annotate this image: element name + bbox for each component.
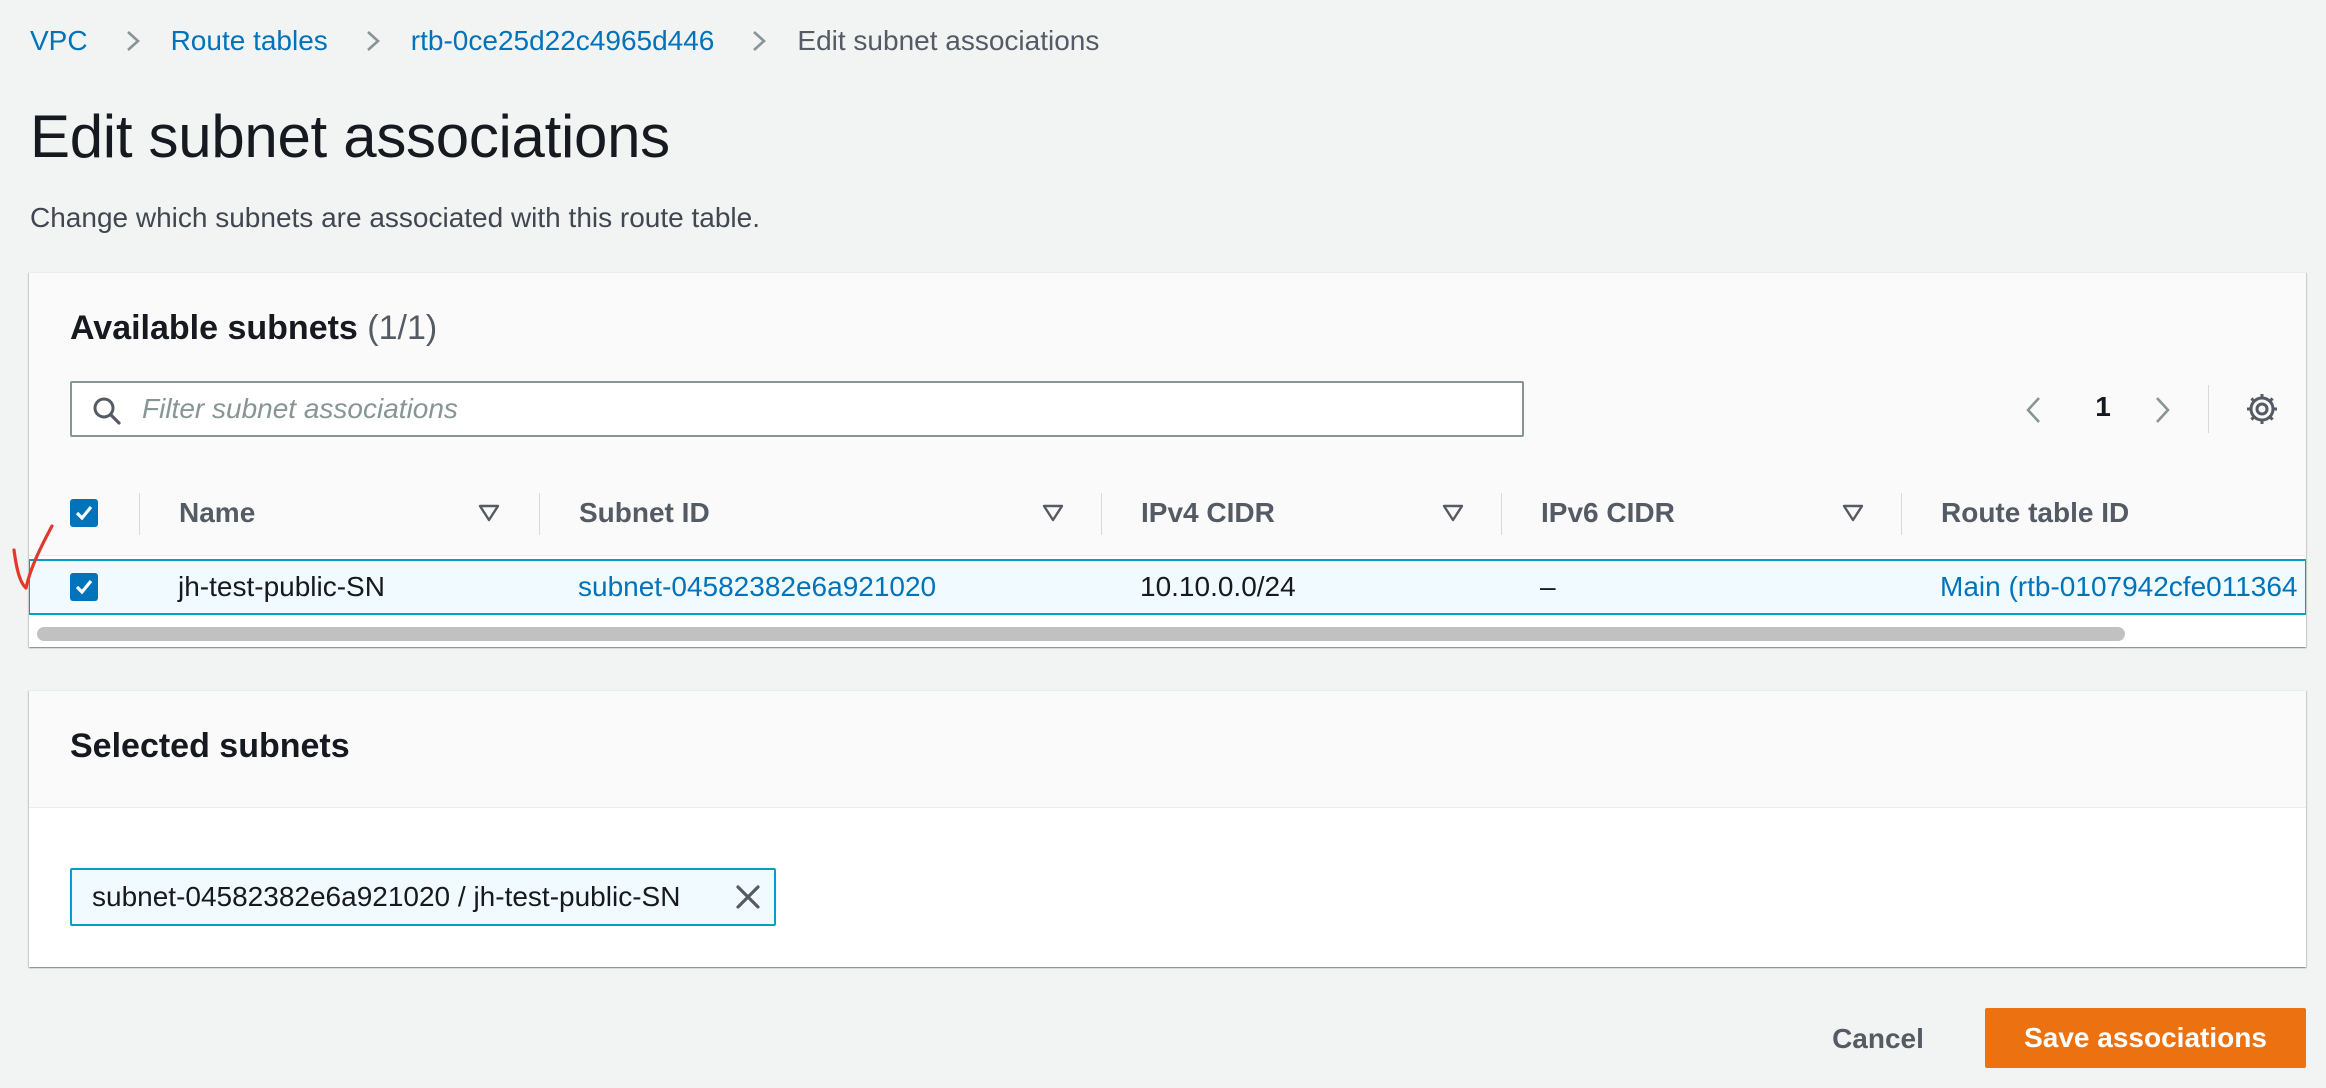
cell-name: jh-test-public-SN xyxy=(178,571,385,602)
column-header-subnet-id[interactable]: Subnet ID xyxy=(579,471,710,555)
sort-down-icon[interactable] xyxy=(1841,501,1865,525)
cancel-button[interactable]: Cancel xyxy=(1800,1010,1956,1068)
available-subnets-panel: Available subnets (1/1) 1 Name Subnet ID xyxy=(29,272,2306,647)
cell-subnet-id-link[interactable]: subnet-04582382e6a921020 xyxy=(578,561,936,613)
token-label: subnet-04582382e6a921020 / jh-test-publi… xyxy=(92,881,681,912)
column-divider xyxy=(139,493,140,535)
breadcrumb: VPC Route tables rtb-0ce25d22c4965d446 E… xyxy=(30,22,1099,60)
chevron-left-icon[interactable] xyxy=(2019,395,2049,425)
column-header-ipv6-cidr[interactable]: IPv6 CIDR xyxy=(1541,471,1675,555)
scrollbar-thumb[interactable] xyxy=(37,627,2125,641)
checkmark-icon xyxy=(75,505,93,521)
column-header-ipv4-cidr[interactable]: IPv4 CIDR xyxy=(1141,471,1275,555)
save-associations-button[interactable]: Save associations xyxy=(1985,1008,2306,1068)
sort-down-icon[interactable] xyxy=(1041,501,1065,525)
select-all-checkbox[interactable] xyxy=(70,499,98,527)
selected-subnets-header: Selected subnets xyxy=(29,691,2306,808)
pagination-divider xyxy=(2208,385,2209,433)
page-description: Change which subnets are associated with… xyxy=(30,202,760,233)
column-divider xyxy=(1101,493,1102,535)
available-subnets-count: (1/1) xyxy=(367,309,438,347)
checkmark-icon xyxy=(75,579,93,595)
breadcrumb-link-route-tables[interactable]: Route tables xyxy=(171,25,328,57)
chevron-right-icon xyxy=(362,30,384,52)
sort-down-icon[interactable] xyxy=(1441,501,1465,525)
column-header-route-table-id[interactable]: Route table ID xyxy=(1941,471,2129,555)
breadcrumb-link-vpc[interactable]: VPC xyxy=(30,25,88,57)
filter-subnet-associations-input[interactable] xyxy=(142,383,1502,435)
column-header-name[interactable]: Name xyxy=(179,471,255,555)
breadcrumb-link-route-table[interactable]: rtb-0ce25d22c4965d446 xyxy=(411,25,715,57)
page-number[interactable]: 1 xyxy=(2088,391,2118,423)
table-header: Name Subnet ID IPv4 CIDR IPv6 CIDR Route… xyxy=(29,471,2306,556)
cell-ipv4-cidr: 10.10.0.0/24 xyxy=(1140,571,1296,602)
table-row[interactable]: jh-test-public-SN subnet-04582382e6a9210… xyxy=(29,559,2306,615)
gear-icon[interactable] xyxy=(2244,391,2280,427)
sort-down-icon[interactable] xyxy=(477,501,501,525)
available-subnets-header: Available subnets (1/1) 1 xyxy=(29,273,2306,472)
row-checkbox[interactable] xyxy=(70,573,98,601)
page-title: Edit subnet associations xyxy=(30,103,670,170)
column-divider xyxy=(1501,493,1502,535)
cell-ipv6-cidr: – xyxy=(1540,571,1556,602)
close-icon[interactable] xyxy=(734,883,762,911)
chevron-right-icon xyxy=(122,30,144,52)
chevron-right-icon[interactable] xyxy=(2147,395,2177,425)
search-icon xyxy=(93,397,121,425)
available-subnets-title: Available subnets (1/1) xyxy=(70,309,437,348)
chevron-right-icon xyxy=(748,30,770,52)
selected-subnet-token: subnet-04582382e6a921020 / jh-test-publi… xyxy=(70,868,776,926)
checkmark-annotation-icon xyxy=(12,524,54,590)
breadcrumb-current: Edit subnet associations xyxy=(797,25,1100,56)
available-subnets-title-text: Available subnets xyxy=(70,309,358,347)
column-divider xyxy=(1901,493,1902,535)
cell-route-table-id-link[interactable]: Main (rtb-0107942cfe011364 xyxy=(1940,561,2298,613)
selected-subnets-title: Selected subnets xyxy=(70,727,350,765)
column-divider xyxy=(539,493,540,535)
horizontal-scrollbar[interactable] xyxy=(29,623,2306,643)
filter-box xyxy=(70,381,1524,437)
selected-subnets-panel: Selected subnets subnet-04582382e6a92102… xyxy=(29,690,2306,967)
